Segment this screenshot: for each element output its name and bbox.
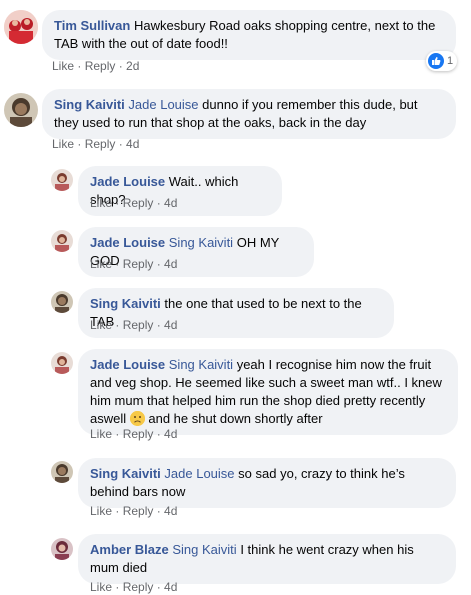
comment-author[interactable]: Sing Kaiviti <box>54 97 125 112</box>
comment-author[interactable]: Sing Kaiviti <box>90 296 161 311</box>
comment-time[interactable]: 2d <box>126 59 139 73</box>
like-link[interactable]: Like <box>52 59 74 73</box>
comment-actions: Like · Reply · 4d <box>90 318 178 332</box>
reply-link[interactable]: Reply <box>123 318 154 332</box>
comment-time[interactable]: 4d <box>164 427 177 441</box>
comment-author[interactable]: Jade Louise <box>90 235 165 250</box>
comment-time[interactable]: 4d <box>126 137 139 151</box>
reply-link[interactable]: Reply <box>85 137 116 151</box>
avatar[interactable] <box>4 10 38 44</box>
comment-bubble: Sing Kaiviti Jade Louise dunno if you re… <box>42 89 456 139</box>
comment-bubble: Jade Louise Sing Kaiviti yeah I recognis… <box>78 349 458 435</box>
comment-bubble: Tim Sullivan Hawkesbury Road oaks shoppi… <box>42 10 456 60</box>
like-link[interactable]: Like <box>90 580 112 594</box>
reaction-count-label: 1 <box>447 55 454 67</box>
comment-author[interactable]: Jade Louise <box>90 174 165 189</box>
comment-actions: Like · Reply · 4d <box>90 196 178 210</box>
avatar[interactable] <box>51 461 73 483</box>
avatar[interactable] <box>51 291 73 313</box>
worried-face-emoji <box>129 411 145 426</box>
avatar[interactable] <box>51 352 73 374</box>
comment-time[interactable]: 4d <box>164 580 177 594</box>
comment-time[interactable]: 4d <box>164 196 177 210</box>
avatar[interactable] <box>51 230 73 252</box>
comment-time[interactable]: 4d <box>164 257 177 271</box>
thumbs-up-icon <box>428 53 444 69</box>
comment-author[interactable]: Tim Sullivan <box>54 18 130 33</box>
comment-time[interactable]: 4d <box>164 504 177 518</box>
avatar[interactable] <box>51 538 73 560</box>
like-link[interactable]: Like <box>90 427 112 441</box>
comment-actions: Like · Reply · 4d <box>52 137 140 151</box>
reply-link[interactable]: Reply <box>85 59 116 73</box>
comment-bubble: Sing Kaiviti Jade Louise so sad yo, craz… <box>78 458 456 508</box>
avatar[interactable] <box>4 93 38 127</box>
like-link[interactable]: Like <box>90 504 112 518</box>
mention-link[interactable]: Jade Louise <box>128 97 198 112</box>
comment-actions: Like · Reply · 4d <box>90 427 178 441</box>
like-link[interactable]: Like <box>90 257 112 271</box>
comment-actions: Like · Reply · 4d <box>90 257 178 271</box>
mention-link[interactable]: Sing Kaiviti <box>172 542 236 557</box>
mention-link[interactable]: Sing Kaiviti <box>169 357 233 372</box>
comment-author[interactable]: Jade Louise <box>90 357 165 372</box>
avatar[interactable] <box>51 169 73 191</box>
reply-link[interactable]: Reply <box>123 580 154 594</box>
comment-author[interactable]: Sing Kaiviti <box>90 466 161 481</box>
comment-time[interactable]: 4d <box>164 318 177 332</box>
mention-link[interactable]: Sing Kaiviti <box>169 235 233 250</box>
reply-link[interactable]: Reply <box>123 427 154 441</box>
reply-link[interactable]: Reply <box>123 504 154 518</box>
comment-actions: Like · Reply · 4d <box>90 580 178 594</box>
like-link[interactable]: Like <box>90 318 112 332</box>
reply-link[interactable]: Reply <box>123 196 154 210</box>
comment-actions: Like · Reply · 2d <box>52 59 140 73</box>
comment-actions: Like · Reply · 4d <box>90 504 178 518</box>
reaction-count[interactable]: 1 <box>426 51 458 71</box>
mention-link[interactable]: Jade Louise <box>164 466 234 481</box>
comment-author[interactable]: Amber Blaze <box>90 542 169 557</box>
like-link[interactable]: Like <box>52 137 74 151</box>
comment-text-continued: and he shut down shortly after <box>148 411 323 426</box>
like-link[interactable]: Like <box>90 196 112 210</box>
reply-link[interactable]: Reply <box>123 257 154 271</box>
comment-bubble: Amber Blaze Sing Kaiviti I think he went… <box>78 534 456 584</box>
